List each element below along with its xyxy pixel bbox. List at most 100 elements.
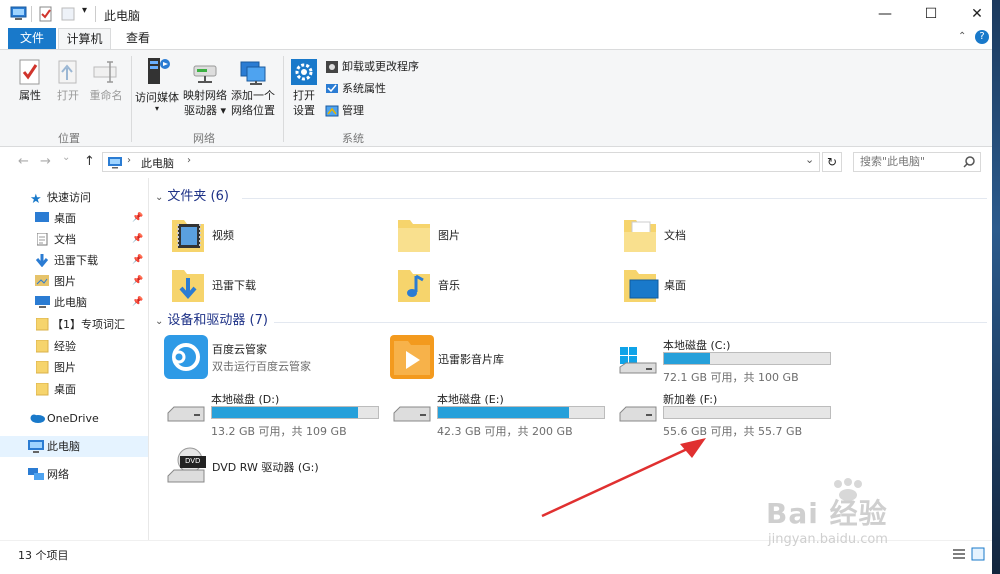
sidebar-item-label: 经验	[54, 340, 76, 353]
sidebar-item-pictures-folder[interactable]: 图片	[0, 357, 148, 378]
open-settings-label-1: 打开	[293, 89, 315, 102]
sidebar-item-label: 快速访问	[47, 191, 91, 204]
manage-label: 管理	[342, 104, 364, 117]
uninstall-program-button[interactable]: 卸载或更改程序	[325, 58, 419, 76]
properties-check-icon[interactable]	[38, 6, 54, 22]
group-title: 文件夹 (6)	[167, 189, 229, 204]
recent-locations-button[interactable]: ⌄	[62, 152, 70, 163]
refresh-button[interactable]: ↻	[822, 152, 842, 172]
drive-usage-fill	[438, 407, 570, 418]
settings-gear-icon	[291, 59, 317, 85]
folder-icon	[36, 383, 49, 396]
drive-dvd-g[interactable]: DVD DVD RW 驱动器 (G:)	[166, 446, 386, 490]
app-baidu-cloud[interactable]: 百度云管家 双击运行百度云管家	[164, 335, 374, 379]
open-label: 打开	[57, 89, 79, 102]
folder-pictures[interactable]: 图片	[396, 212, 596, 256]
folder-documents[interactable]: 文档	[622, 212, 822, 256]
folders-group-header[interactable]: ⌄ 文件夹 (6)	[155, 187, 229, 207]
drive-d[interactable]: 本地磁盘 (D:) 13.2 GB 可用，共 109 GB	[166, 389, 386, 438]
tab-view[interactable]: 查看	[116, 28, 160, 49]
sidebar-item-label: 网络	[47, 468, 69, 481]
folder-xunlei-downloads[interactable]: 迅雷下载	[170, 262, 370, 306]
quick-access-dropdown-icon[interactable]: ▾	[82, 5, 87, 16]
media-server-icon	[148, 58, 170, 84]
minimize-button[interactable]: —	[862, 0, 908, 28]
address-dropdown-icon[interactable]: ⌄	[805, 153, 814, 166]
sidebar-item-experience-folder[interactable]: 经验	[0, 336, 148, 357]
ribbon-collapse-icon[interactable]: ⌃	[958, 31, 966, 42]
network-location-icon	[240, 61, 266, 85]
ribbon-tabs: 文件 计算机 查看 ⌃ ?	[0, 28, 992, 50]
tab-computer[interactable]: 计算机	[58, 28, 111, 50]
drives-group-header[interactable]: ⌄ 设备和驱动器 (7)	[155, 311, 268, 331]
sidebar-item-label: 此电脑	[54, 296, 87, 309]
drive-f[interactable]: 新加卷 (F:) 55.6 GB 可用，共 55.7 GB	[618, 389, 838, 438]
drive-usage-fill	[212, 407, 359, 418]
manage-button[interactable]: 管理	[325, 102, 364, 120]
back-button[interactable]: ←	[18, 154, 29, 169]
sidebar-item-label: 迅雷下载	[54, 254, 98, 267]
properties-label: 属性	[19, 89, 41, 102]
xunlei-video-icon	[390, 335, 434, 379]
sidebar-network[interactable]: 网络	[0, 464, 148, 485]
details-view-icon[interactable]	[952, 547, 966, 561]
pane-divider	[148, 178, 149, 540]
drive-usage-bar	[663, 406, 831, 419]
item-label: 百度云管家	[212, 343, 267, 356]
folder-desktop[interactable]: 桌面	[622, 262, 822, 306]
item-label: DVD RW 驱动器 (G:)	[212, 461, 319, 474]
desktop-folder-icon	[624, 270, 659, 302]
folder-icon	[36, 318, 49, 331]
sidebar-item-vocabulary-folder[interactable]: 【1】专项词汇	[0, 314, 148, 335]
large-icons-view-icon[interactable]	[971, 547, 985, 561]
system-drive-icon	[619, 347, 657, 374]
drive-space-text: 72.1 GB 可用，共 100 GB	[663, 371, 799, 384]
folder-music[interactable]: 音乐	[396, 262, 596, 306]
new-folder-icon[interactable]	[60, 6, 76, 22]
system-properties-button[interactable]: 系统属性	[325, 80, 386, 98]
pin-icon: 📌	[132, 234, 144, 244]
sidebar-item-label: 图片	[54, 275, 76, 288]
pin-icon: 📌	[132, 276, 144, 286]
up-button[interactable]: ↑	[84, 154, 95, 169]
sidebar-onedrive[interactable]: OneDrive	[0, 408, 148, 429]
sidebar-item-documents[interactable]: 文档 📌	[0, 229, 148, 250]
sidebar-this-pc[interactable]: 此电脑	[0, 436, 148, 457]
sidebar-item-desktop-folder[interactable]: 桌面	[0, 379, 148, 400]
folder-icon	[36, 361, 49, 374]
help-icon[interactable]: ?	[975, 30, 989, 44]
address-bar[interactable]: › 此电脑 › ⌄	[102, 152, 820, 172]
sidebar-item-xunlei-downloads[interactable]: 迅雷下载 📌	[0, 250, 148, 271]
explorer-window: ▾ 此电脑 — ☐ ✕ 文件 计算机 查看 ⌃ ? 属性 打开 重命名 位置 访…	[0, 0, 1000, 574]
open-settings-button[interactable]: 打开 设置	[287, 58, 321, 118]
access-media-dropdown-icon: ▾	[154, 104, 159, 113]
system-properties-label: 系统属性	[342, 82, 386, 95]
sidebar-item-this-pc-pinned[interactable]: 此电脑 📌	[0, 292, 148, 313]
maximize-button[interactable]: ☐	[908, 0, 954, 28]
open-button[interactable]: 打开	[52, 58, 84, 103]
breadcrumb-separator: ›	[187, 155, 191, 166]
add-location-label-2: 网络位置	[231, 104, 275, 117]
map-network-drive-button[interactable]: 映射网络 驱动器 ▾	[182, 58, 228, 118]
drive-c[interactable]: 本地磁盘 (C:) 72.1 GB 可用，共 100 GB	[618, 335, 838, 384]
search-input[interactable]: 搜索"此电脑"	[853, 152, 981, 172]
sidebar-quick-access[interactable]: ★ 快速访问	[0, 187, 148, 208]
properties-button[interactable]: 属性	[12, 58, 48, 103]
item-label: 新加卷 (F:)	[663, 393, 718, 406]
folder-videos[interactable]: 视频	[170, 212, 370, 256]
computer-icon[interactable]	[10, 6, 28, 22]
forward-button[interactable]: →	[40, 154, 51, 169]
sidebar-item-label: 桌面	[54, 212, 76, 225]
document-icon	[37, 233, 48, 246]
sidebar-item-pictures[interactable]: 图片 📌	[0, 271, 148, 292]
tab-file[interactable]: 文件	[8, 28, 56, 49]
sidebar-item-label: OneDrive	[47, 412, 99, 425]
group-rule	[274, 322, 987, 323]
sidebar-item-desktop[interactable]: 桌面 📌	[0, 208, 148, 229]
drive-e[interactable]: 本地磁盘 (E:) 42.3 GB 可用，共 200 GB	[392, 389, 612, 438]
breadcrumb-this-pc[interactable]: 此电脑	[141, 155, 174, 171]
access-media-button[interactable]: 访问媒体 ▾	[134, 56, 180, 113]
rename-button[interactable]: 重命名	[86, 58, 126, 103]
app-xunlei-video-library[interactable]: 迅雷影音片库	[390, 335, 600, 379]
add-network-location-button[interactable]: 添加一个 网络位置	[229, 58, 277, 118]
